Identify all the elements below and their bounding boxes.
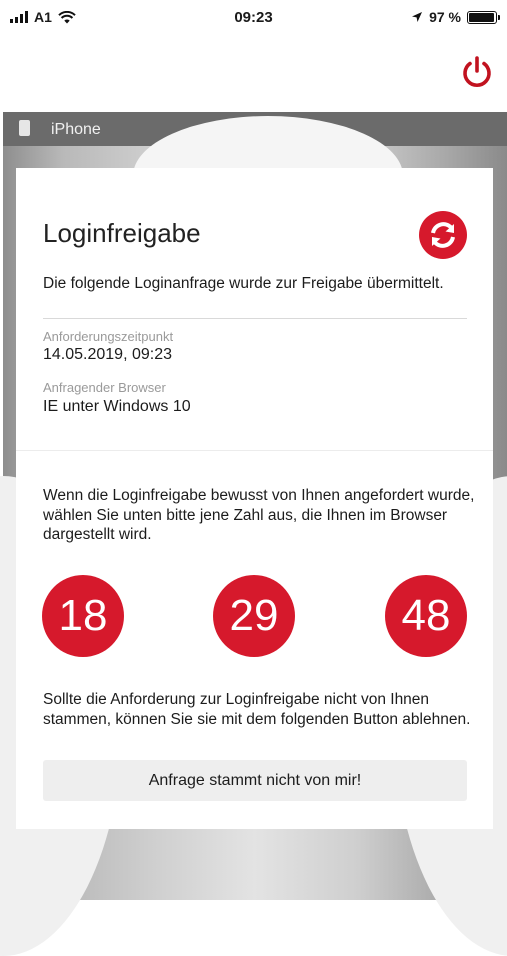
divider xyxy=(43,318,467,319)
card-title: Loginfreigabe xyxy=(43,218,201,248)
power-icon[interactable] xyxy=(459,54,495,90)
reject-request-button[interactable]: Anfrage stammt nicht von mir! xyxy=(43,760,467,801)
status-right: 97 % xyxy=(411,9,500,25)
instruction-text: Wenn die Loginfreigabe bewusst von Ihnen… xyxy=(43,487,475,543)
device-name: iPhone xyxy=(51,121,101,138)
number-choice-1[interactable]: 18 xyxy=(42,575,124,657)
login-approval-card: Loginfreigabe Die folgende Loginanfrage … xyxy=(16,168,493,829)
number-choice-2[interactable]: 29 xyxy=(213,575,295,657)
location-arrow-icon xyxy=(412,12,423,22)
battery-fill xyxy=(469,12,495,22)
reject-info-text: Sollte die Anforderung zur Loginfreigabe… xyxy=(43,691,471,728)
browser-value: IE unter Windows 10 xyxy=(43,398,191,415)
section-divider xyxy=(16,450,493,451)
browser-label: Anfragender Browser xyxy=(43,380,166,395)
request-time-label: Anforderungszeitpunkt xyxy=(43,329,174,344)
battery-percent: 97 % xyxy=(429,9,461,25)
refresh-icon xyxy=(431,222,455,248)
refresh-button[interactable] xyxy=(419,211,467,259)
number-choice-3[interactable]: 48 xyxy=(385,575,467,657)
phone-icon xyxy=(19,120,30,136)
intro-text: Die folgende Loginanfrage wurde zur Frei… xyxy=(43,275,444,292)
request-time-value: 14.05.2019, 09:23 xyxy=(43,346,173,363)
status-bar: A1 09:23 97 % xyxy=(0,0,507,36)
battery-icon xyxy=(467,10,500,24)
